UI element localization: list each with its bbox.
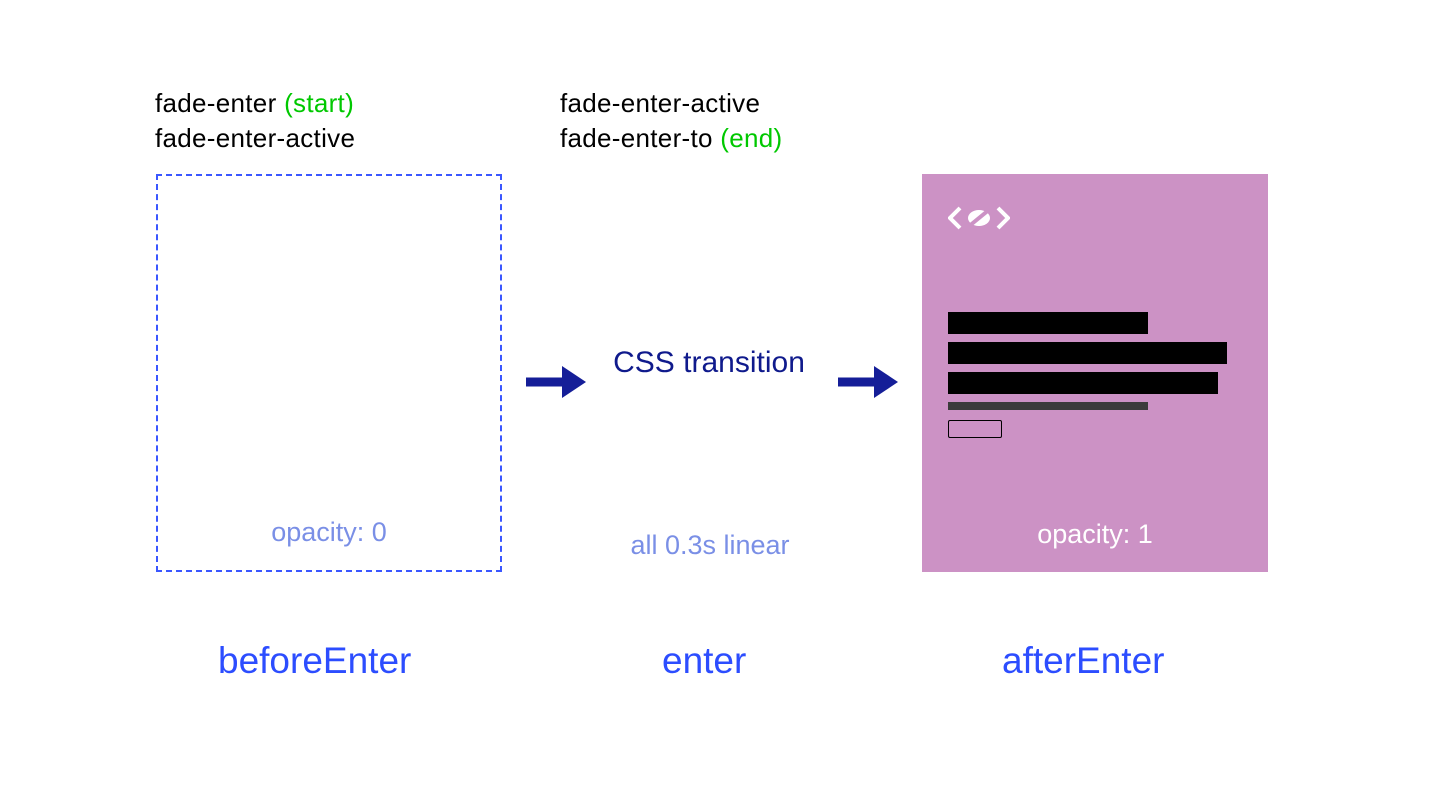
hook-after-enter: afterEnter	[1002, 640, 1164, 682]
content-bar-thin	[948, 402, 1148, 410]
arrow-right-icon	[836, 362, 898, 402]
content-bar	[948, 312, 1148, 334]
class-name: fade-enter	[155, 88, 277, 118]
classes-during-enter: fade-enter-active fade-enter-to (end)	[560, 86, 783, 156]
opacity-label-start: opacity: 0	[158, 517, 500, 548]
class-name: fade-enter-active	[560, 88, 760, 118]
class-name: fade-enter-to	[560, 123, 713, 153]
placeholder-content	[948, 312, 1242, 438]
arrow-right-icon	[524, 362, 586, 402]
phase-label: (end)	[720, 123, 782, 153]
class-line: fade-enter-to (end)	[560, 121, 783, 156]
content-bar	[948, 372, 1218, 394]
class-line: fade-enter-active	[560, 86, 783, 121]
class-line: fade-enter-active	[155, 121, 355, 156]
classes-before-enter: fade-enter (start) fade-enter-active	[155, 86, 355, 156]
diagram-stage: fade-enter (start) fade-enter-active fad…	[0, 0, 1440, 810]
hook-enter: enter	[662, 640, 746, 682]
phase-label: (start)	[284, 88, 354, 118]
opacity-label-end: opacity: 1	[922, 519, 1268, 550]
content-bar	[948, 342, 1227, 364]
class-name: fade-enter-active	[155, 123, 355, 153]
class-line: fade-enter (start)	[155, 86, 355, 121]
hook-before-enter: beforeEnter	[218, 640, 411, 682]
css-transition-value: all 0.3s linear	[560, 530, 860, 561]
element-placeholder-start: opacity: 0	[156, 174, 502, 572]
css-transition-label: CSS transition	[594, 344, 824, 382]
content-button-placeholder	[948, 420, 1002, 438]
logo-icon	[948, 202, 1010, 234]
element-after-enter: opacity: 1	[922, 174, 1268, 572]
